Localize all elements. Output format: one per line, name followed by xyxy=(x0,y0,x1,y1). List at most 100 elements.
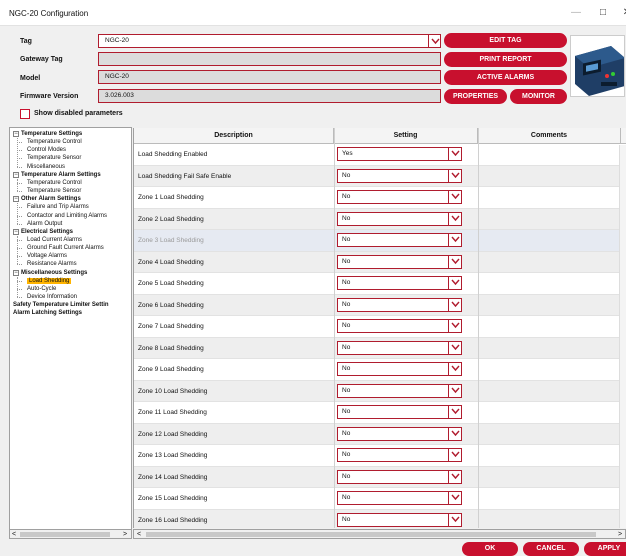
table-row[interactable]: Zone 1 Load Shedding No xyxy=(134,187,626,209)
tree-item[interactable]: Device Information xyxy=(27,293,77,301)
ok-button[interactable]: OK xyxy=(462,542,518,556)
table-row[interactable]: Zone 4 Load Shedding No xyxy=(134,251,626,273)
tree-horizontal-scrollbar[interactable]: < > xyxy=(9,529,132,539)
chevron-down-icon[interactable] xyxy=(448,405,461,419)
setting-select[interactable]: No xyxy=(337,405,462,419)
tree-item[interactable]: Load Current Alarms xyxy=(27,236,82,244)
setting-select[interactable]: No xyxy=(337,491,462,505)
setting-select[interactable]: Yes xyxy=(337,147,462,161)
chevron-down-icon[interactable] xyxy=(448,276,461,290)
grid-vertical-scrollbar[interactable] xyxy=(619,145,626,528)
tree-item[interactable]: Temperature Sensor xyxy=(27,187,81,195)
table-row[interactable]: Zone 6 Load Shedding No xyxy=(134,294,626,316)
setting-select[interactable]: No xyxy=(337,319,462,333)
chevron-down-icon[interactable] xyxy=(428,34,441,48)
table-row[interactable]: Load Shedding Enabled Yes xyxy=(134,144,626,166)
close-icon[interactable]: ✕ xyxy=(618,5,626,21)
setting-select[interactable]: No xyxy=(337,426,462,441)
expand-collapse-icon[interactable]: − xyxy=(13,131,19,137)
tree-item[interactable]: Failure and Trip Alarms xyxy=(27,203,89,211)
grid-horizontal-scrollbar[interactable]: < > xyxy=(133,529,626,539)
expand-collapse-icon[interactable]: − xyxy=(13,269,19,276)
table-row[interactable]: Zone 15 Load Shedding No xyxy=(134,488,626,510)
chevron-down-icon[interactable] xyxy=(448,147,461,161)
table-row[interactable]: Load Shedding Fail Safe Enable No xyxy=(134,165,626,187)
chevron-down-icon[interactable] xyxy=(448,211,461,226)
tree-item[interactable]: Control Modes xyxy=(27,146,66,154)
tag-input[interactable]: NGC-20 xyxy=(98,34,429,48)
setting-select[interactable]: No xyxy=(337,340,462,355)
expand-collapse-icon[interactable]: − xyxy=(13,228,19,235)
table-row[interactable]: Zone 14 Load Shedding No xyxy=(134,466,626,488)
tree-item[interactable]: Ground Fault Current Alarms xyxy=(27,244,104,252)
table-row[interactable]: Zone 7 Load Shedding No xyxy=(134,316,626,338)
tree-group[interactable]: Safety Temperature Limiter Settin xyxy=(13,301,109,309)
tree-group[interactable]: − Electrical Settings xyxy=(13,228,73,236)
apply-button[interactable]: APPLY xyxy=(584,542,626,556)
tree-item[interactable]: Temperature Control xyxy=(27,179,82,187)
chevron-down-icon[interactable] xyxy=(448,426,461,441)
table-row[interactable]: Zone 11 Load Shedding No xyxy=(134,402,626,424)
table-row[interactable]: Zone 8 Load Shedding No xyxy=(134,337,626,359)
grid-scroll-thumb[interactable] xyxy=(146,532,596,537)
tree-item[interactable]: Load Shedding xyxy=(27,277,72,285)
chevron-down-icon[interactable] xyxy=(448,383,461,398)
chevron-down-icon[interactable] xyxy=(448,340,461,355)
maximize-icon[interactable]: □ xyxy=(594,5,612,21)
tree-item[interactable]: Temperature Sensor xyxy=(27,154,81,162)
tree-group[interactable]: − Miscellaneous Settings xyxy=(13,269,87,277)
setting-select[interactable]: No xyxy=(337,448,462,462)
column-header-setting[interactable]: Setting xyxy=(334,128,478,144)
scroll-left-icon[interactable]: < xyxy=(12,530,16,539)
tree-group[interactable]: − Temperature Alarm Settings xyxy=(13,171,101,179)
setting-select[interactable]: No xyxy=(337,233,462,247)
chevron-down-icon[interactable] xyxy=(448,233,461,247)
setting-select[interactable]: No xyxy=(337,168,462,183)
table-row[interactable]: Zone 9 Load Shedding No xyxy=(134,359,626,381)
table-row[interactable]: Zone 10 Load Shedding No xyxy=(134,380,626,402)
tree-item[interactable]: Temperature Control xyxy=(27,138,82,146)
table-row[interactable]: Zone 12 Load Shedding No xyxy=(134,423,626,445)
setting-select[interactable]: No xyxy=(337,211,462,226)
chevron-down-icon[interactable] xyxy=(448,362,461,376)
setting-select[interactable]: No xyxy=(337,190,462,204)
chevron-down-icon[interactable] xyxy=(448,297,461,312)
tree-item[interactable]: Voltage Alarms xyxy=(27,252,67,260)
setting-select[interactable]: No xyxy=(337,383,462,398)
chevron-down-icon[interactable] xyxy=(448,168,461,183)
chevron-down-icon[interactable] xyxy=(448,254,461,269)
setting-select[interactable]: No xyxy=(337,254,462,269)
cancel-button[interactable]: CANCEL xyxy=(523,542,579,556)
print-report-button[interactable]: PRINT REPORT xyxy=(444,52,567,67)
column-header-description[interactable]: Description xyxy=(134,128,334,144)
edit-tag-button[interactable]: EDIT TAG xyxy=(444,33,567,48)
table-row[interactable]: Zone 16 Load Shedding No xyxy=(134,509,626,528)
chevron-down-icon[interactable] xyxy=(448,319,461,333)
tree-item[interactable]: Alarm Output xyxy=(27,220,62,228)
tree-group[interactable]: Alarm Latching Settings xyxy=(13,309,82,317)
scroll-right-icon[interactable]: > xyxy=(123,530,127,539)
expand-collapse-icon[interactable]: − xyxy=(13,196,19,203)
monitor-button[interactable]: MONITOR xyxy=(510,89,567,104)
chevron-down-icon[interactable] xyxy=(448,491,461,505)
tree-item[interactable]: Resistance Alarms xyxy=(27,260,77,268)
show-disabled-checkbox[interactable] xyxy=(20,109,30,119)
tree-group[interactable]: − Other Alarm Settings xyxy=(13,195,81,203)
tree-item[interactable]: Contactor and Limiting Alarms xyxy=(27,212,107,220)
chevron-down-icon[interactable] xyxy=(448,512,461,527)
table-row[interactable]: Zone 2 Load Shedding No xyxy=(134,208,626,230)
chevron-down-icon[interactable] xyxy=(448,448,461,462)
properties-button[interactable]: PROPERTIES xyxy=(444,89,507,104)
chevron-down-icon[interactable] xyxy=(448,190,461,204)
tree-group[interactable]: − Temperature Settings xyxy=(13,130,82,138)
table-row[interactable]: Zone 3 Load Shedding No xyxy=(134,230,626,252)
scroll-right-icon[interactable]: > xyxy=(618,530,622,539)
expand-collapse-icon[interactable]: − xyxy=(13,171,19,178)
chevron-down-icon[interactable] xyxy=(448,469,461,484)
scroll-left-icon[interactable]: < xyxy=(137,530,141,539)
active-alarms-button[interactable]: ACTIVE ALARMS xyxy=(444,70,567,85)
setting-select[interactable]: No xyxy=(337,469,462,484)
setting-select[interactable]: No xyxy=(337,512,462,527)
table-row[interactable]: Zone 5 Load Shedding No xyxy=(134,273,626,295)
setting-select[interactable]: No xyxy=(337,276,462,290)
